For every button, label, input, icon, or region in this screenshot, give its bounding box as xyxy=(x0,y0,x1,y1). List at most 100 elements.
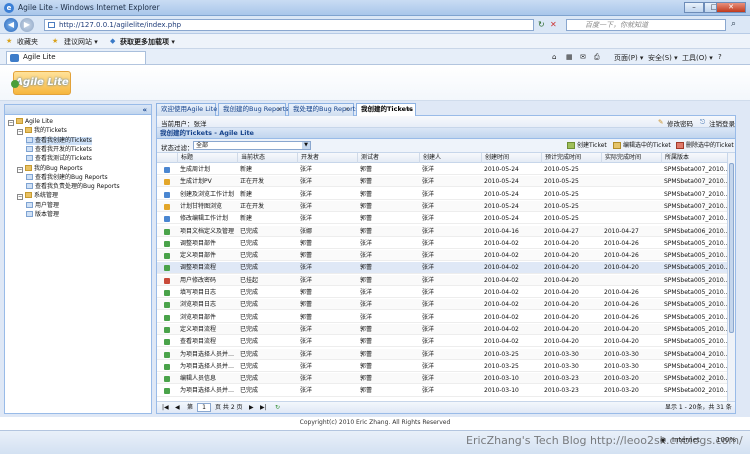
table-row[interactable]: 创建及浏览工作计划 新建 张洋 郭蕾 张洋 2010-05-24 2010-05-25 SPM… xyxy=(157,189,727,200)
help-menu[interactable]: ? xyxy=(718,53,722,61)
feeds-icon[interactable]: ▦ xyxy=(566,53,573,61)
table-row[interactable]: 用户修改密码 已挂起 张洋 郭蕾 张洋 2010-04-02 2010-04-20 SPMSb… xyxy=(157,274,727,286)
table-cell xyxy=(601,201,661,212)
url-input[interactable]: http://127.0.0.1/agilelite/index.php xyxy=(44,19,534,31)
table-row[interactable]: 调整项目部件 已完成 郭蕾 张洋 张洋 2010-04-02 2010-04-20 2010-… xyxy=(157,238,727,249)
scrollbar-thumb[interactable] xyxy=(729,163,734,333)
tree-item[interactable]: 查看我负责处理的Bug Reports xyxy=(26,183,120,191)
table-row[interactable]: 生成计划PV 正在开发 张洋 郭蕾 张洋 2010-05-24 2010-05-25 SPMS… xyxy=(157,176,727,188)
tree-folder[interactable]: − Agile Lite xyxy=(8,118,53,126)
last-page-button[interactable]: ▶| xyxy=(260,404,267,412)
column-header[interactable]: 创建时间 xyxy=(481,153,541,163)
suggested-sites-button[interactable]: 建议网站 ▾ xyxy=(64,37,98,47)
table-row[interactable]: 为项目选择人员并… 已完成 张洋 郭蕾 张洋 2010-03-25 2010-03-30 20… xyxy=(157,361,727,372)
table-row[interactable]: 填写项目日志 已完成 郭蕾 张洋 张洋 2010-04-02 2010-04-20 2010-… xyxy=(157,287,727,299)
tab-2[interactable]: 我处理的Bug Reports × xyxy=(288,103,359,116)
table-row[interactable]: 调整项目流程 已完成 张洋 郭蕾 张洋 2010-04-02 2010-04-20 2010-… xyxy=(157,262,727,274)
close-tab-icon[interactable]: × xyxy=(277,104,282,115)
get-addons-button[interactable]: 获取更多加载项 ▾ xyxy=(120,37,175,47)
table-row[interactable]: 项目文档定义及管理 已完成 张娜 郭蕾 张洋 2010-04-16 2010-04-27 20… xyxy=(157,225,727,237)
status-filter-select[interactable]: 全部 ▼ xyxy=(193,141,311,150)
column-header[interactable]: 开发者 xyxy=(297,153,357,163)
table-cell: 郭蕾 xyxy=(360,215,373,223)
tree-item[interactable]: 查看我测试的Tickets xyxy=(26,155,92,163)
print-icon[interactable]: ⎙ xyxy=(594,53,600,62)
table-row[interactable]: 生成周计划 新建 张洋 郭蕾 张洋 2010-05-24 2010-05-25 SPMSbet… xyxy=(157,164,727,176)
page-icon xyxy=(26,201,33,208)
column-header[interactable]: 测试者 xyxy=(357,153,419,163)
edit-ticket-button[interactable]: 编辑选中的Ticket xyxy=(613,142,671,150)
delete-ticket-button[interactable]: 删除选中的Ticket xyxy=(676,142,734,150)
table-row[interactable]: 定义项目部件 已完成 郭蕾 张洋 张洋 2010-04-02 2010-04-20 2010-… xyxy=(157,250,727,262)
table-row[interactable]: 修改编辑工作计划 新建 张洋 郭蕾 张洋 2010-05-24 2010-05-25 SPMS… xyxy=(157,213,727,225)
column-header[interactable]: 当前状态 xyxy=(237,153,297,163)
table-cell: SPMSbeta005_2010... xyxy=(664,301,727,309)
tree-item[interactable]: 查看我开发的Tickets xyxy=(26,145,92,154)
collapse-icon[interactable]: − xyxy=(17,194,23,201)
tab-1[interactable]: 我创建的Bug Reports × xyxy=(218,103,289,116)
tab-3[interactable]: 我创建的Tickets × xyxy=(356,103,416,117)
tree-item[interactable]: 用户管理 xyxy=(26,201,59,210)
safety-menu[interactable]: 安全(S) ▾ xyxy=(648,53,678,63)
table-row[interactable]: 为项目选择人员并… 已完成 张洋 郭蕾 张洋 2010-03-10 2010-03-23 20… xyxy=(157,385,727,397)
prev-page-button[interactable]: ◀ xyxy=(175,404,180,412)
table-cell: 为项目选择人员并… xyxy=(180,350,235,358)
collapse-icon[interactable]: − xyxy=(17,129,23,136)
table-row[interactable]: 浏览项目日志 已完成 郭蕾 张洋 张洋 2010-04-02 2010-04-20 2010-… xyxy=(157,299,727,311)
tree-item[interactable]: 查看我创建的Tickets xyxy=(26,136,92,145)
tree-folder[interactable]: − 我的Bug Reports xyxy=(17,164,83,173)
refresh-grid-button[interactable]: ↻ xyxy=(275,404,280,412)
table-row[interactable]: 编辑人员信息 已完成 张洋 郭蕾 张洋 2010-03-10 2010-03-23 2010-… xyxy=(157,373,727,385)
column-header[interactable]: 创建人 xyxy=(419,153,481,163)
minimize-button[interactable]: – xyxy=(684,2,704,13)
browser-tab[interactable]: Agile Lite xyxy=(6,51,146,64)
table-cell: 2010-04-20 xyxy=(544,276,579,284)
table-cell: 张洋 xyxy=(300,202,313,210)
column-header[interactable]: 所属版本 xyxy=(661,153,727,163)
column-header[interactable]: 标题 xyxy=(177,153,237,163)
forward-button[interactable]: ▶ xyxy=(20,18,34,32)
grid-scrollbar[interactable] xyxy=(727,153,735,401)
page-menu[interactable]: 页面(P) ▾ xyxy=(614,53,643,63)
close-tab-icon[interactable]: × xyxy=(345,104,350,115)
tree-folder[interactable]: − 系统管理 xyxy=(17,192,58,201)
url-text: http://127.0.0.1/agilelite/index.php xyxy=(59,21,182,29)
logout-link[interactable]: 注销登录 xyxy=(709,118,735,128)
change-password-link[interactable]: 修改密码 xyxy=(667,118,693,128)
favorites-button[interactable]: 收藏夹 xyxy=(17,37,38,47)
zoom-level[interactable]: 100% xyxy=(716,436,736,444)
tree-folder[interactable]: − 我的Tickets xyxy=(17,127,67,136)
tools-menu[interactable]: 工具(O) ▾ xyxy=(682,53,713,63)
close-tab-icon[interactable]: × xyxy=(407,104,412,115)
collapse-icon[interactable]: − xyxy=(8,120,14,126)
table-cell: SPMSbeta005_2010... xyxy=(664,325,727,333)
table-row[interactable]: 计划甘特图浏览 正在开发 张洋 郭蕾 张洋 2010-05-24 2010-05-25 SPM… xyxy=(157,200,727,213)
home-icon[interactable]: ⌂ xyxy=(552,53,556,61)
tree-item[interactable]: 版本管理 xyxy=(26,211,59,219)
column-header[interactable]: 实际完成时间 xyxy=(601,153,661,163)
search-icon[interactable]: ⌕ xyxy=(731,19,736,29)
refresh-icon[interactable]: ↻ xyxy=(538,20,545,29)
table-cell: 2010-04-20 xyxy=(544,264,579,272)
tree-item[interactable]: 查看我创建的Bug Reports xyxy=(26,173,108,182)
back-button[interactable]: ◀ xyxy=(4,18,18,32)
search-input[interactable]: 百度一下，你就知道 xyxy=(566,19,726,31)
table-row[interactable]: 定义项目流程 已完成 张洋 郭蕾 张洋 2010-04-02 2010-04-20 2010-… xyxy=(157,323,727,336)
table-cell: 张洋 xyxy=(300,276,313,284)
column-header[interactable]: 预计完成时间 xyxy=(541,153,601,163)
next-page-button[interactable]: ▶ xyxy=(249,404,254,412)
page-number-input[interactable]: 1 xyxy=(197,403,211,412)
stop-icon[interactable]: ✕ xyxy=(550,20,557,29)
tab-0[interactable]: 欢迎使用Agile Lite xyxy=(156,103,217,116)
collapse-sidebar-button[interactable]: « xyxy=(142,105,147,115)
table-row[interactable]: 浏览项目部件 已完成 郭蕾 张洋 张洋 2010-04-02 2010-04-20 2010-… xyxy=(157,312,727,323)
table-row[interactable]: 查看项目流程 已完成 张洋 郭蕾 张洋 2010-04-02 2010-04-20 2010-… xyxy=(157,336,727,348)
close-window-button[interactable]: ✕ xyxy=(716,2,746,13)
table-cell: 2010-04-26 xyxy=(604,289,639,296)
table-cell: 已完成 xyxy=(240,227,259,235)
mail-icon[interactable]: ✉ xyxy=(580,53,586,61)
create-ticket-button[interactable]: 创建Ticket xyxy=(567,142,607,150)
collapse-icon[interactable]: − xyxy=(17,166,23,173)
first-page-button[interactable]: |◀ xyxy=(162,404,169,412)
table-row[interactable]: 为项目选择人员并… 已完成 张洋 郭蕾 张洋 2010-03-25 2010-03-30 20… xyxy=(157,348,727,360)
